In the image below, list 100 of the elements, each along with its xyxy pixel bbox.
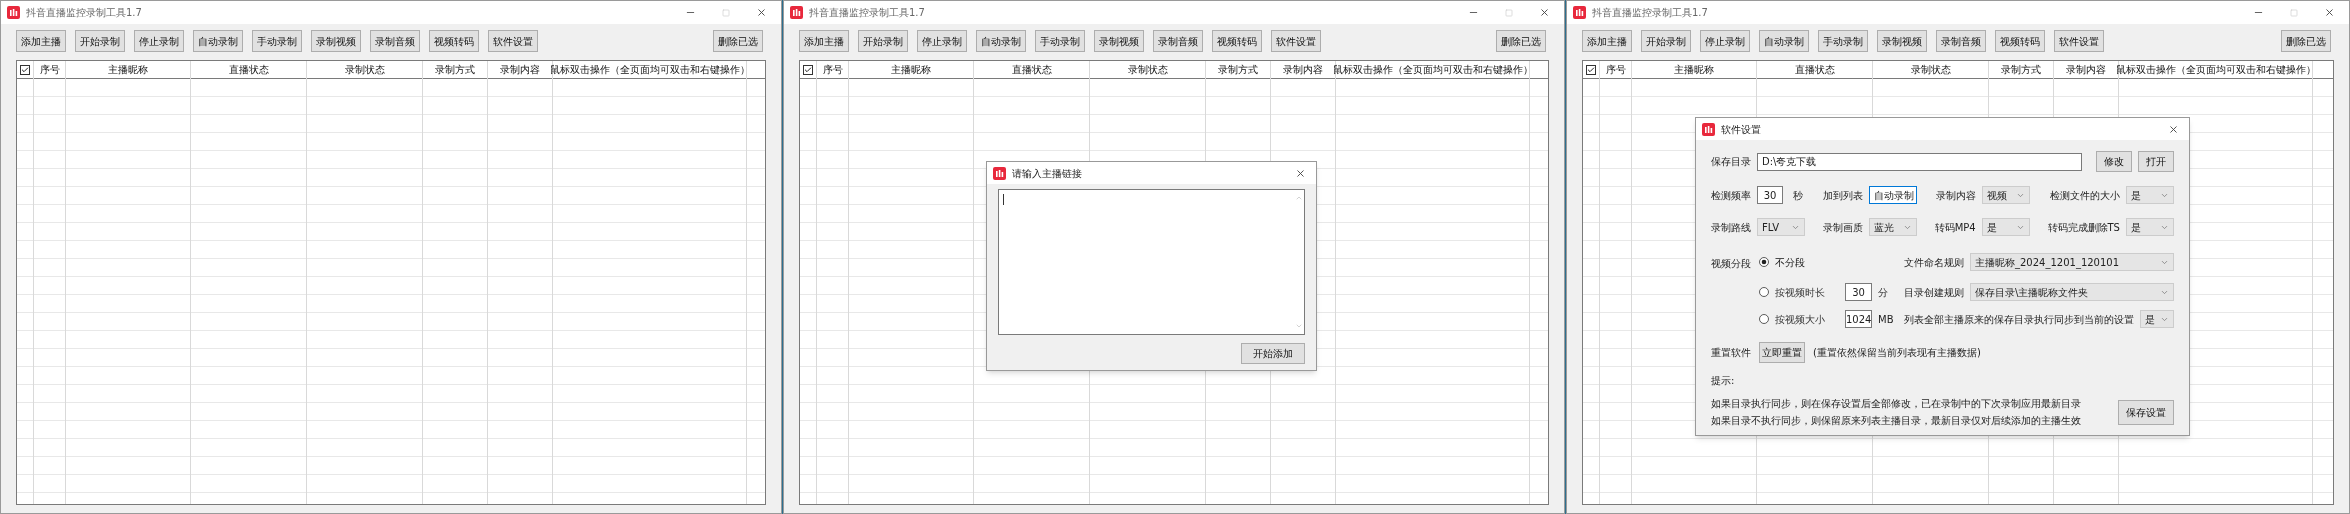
column-header[interactable]: 录制状态 (1127, 62, 1168, 77)
column-header[interactable]: 录制方式 (1218, 62, 1258, 77)
toolbar-button[interactable]: 录制视频 (1094, 30, 1144, 52)
toolbar-button[interactable]: 软件设置 (2054, 30, 2104, 52)
app-icon (790, 6, 803, 19)
toolbar-button[interactable]: 软件设置 (1271, 30, 1321, 52)
close-icon[interactable] (1539, 7, 1550, 18)
toolbar-button[interactable]: 自动录制 (976, 30, 1026, 52)
dropdown[interactable]: 主播昵称_2024_1201_120101 (1970, 253, 2174, 271)
path-action-button[interactable]: 修改 (2096, 151, 2132, 172)
toolbar-button[interactable]: 停止录制 (1700, 30, 1750, 52)
delete-button[interactable]: 删除已选 (1496, 30, 1546, 52)
field-label: 录制内容 (1936, 188, 1977, 203)
column-header[interactable]: 录制内容 (1283, 62, 1323, 77)
column-header[interactable]: 直播状态 (228, 62, 269, 77)
column-header[interactable]: 主播昵称 (108, 62, 148, 77)
toolbar-button[interactable]: 开始录制 (1641, 30, 1691, 52)
dropdown[interactable]: FLV (1757, 218, 1805, 236)
dropdown[interactable]: 视频 (1982, 186, 2031, 204)
toolbar-button[interactable]: 录制音频 (370, 30, 420, 52)
toolbar-button[interactable]: 录制音频 (1153, 30, 1203, 52)
toolbar-button[interactable]: 自动录制 (1759, 30, 1809, 52)
input-field[interactable]: 1024 (1845, 310, 1872, 328)
toolbar-button[interactable]: 录制音频 (1936, 30, 1986, 52)
input-field[interactable]: 30 (1845, 283, 1872, 301)
toolbar-button[interactable]: 手动录制 (1818, 30, 1868, 52)
toolbar-button[interactable]: 录制视频 (311, 30, 361, 52)
toolbar-button[interactable]: 添加主播 (1582, 30, 1632, 52)
dropdown[interactable]: 是 (2126, 218, 2174, 236)
app-icon (7, 6, 20, 19)
radio-label: 按视频大小 (1775, 312, 1825, 327)
path-field[interactable]: D:\夸克下载 (1757, 152, 2082, 171)
unit-label: MB (1878, 312, 1895, 327)
window-title: 抖音直播监控录制工具1.7 (26, 6, 142, 20)
close-icon[interactable] (2324, 7, 2335, 18)
column-header[interactable]: 录制方式 (435, 62, 475, 77)
toolbar-button[interactable]: 视频转码 (429, 30, 479, 52)
radio-button[interactable] (1759, 287, 1769, 297)
column-header[interactable]: 鼠标双击操作（全页面均可双击和右键操作） (2115, 62, 2316, 77)
app-icon (1702, 122, 1715, 136)
dropdown[interactable]: 是 (2125, 186, 2174, 204)
dropdown[interactable]: 保存目录\主播昵称文件夹 (1970, 283, 2174, 301)
close-icon[interactable] (2168, 123, 2179, 135)
header-checkbox[interactable] (803, 64, 813, 75)
column-header[interactable]: 录制状态 (1910, 62, 1951, 77)
toolbar-button[interactable]: 视频转码 (1212, 30, 1262, 52)
radio-button[interactable] (1759, 314, 1769, 324)
column-header[interactable]: 鼠标双击操作（全页面均可双击和右键操作） (1332, 62, 1533, 77)
toolbar-button[interactable]: 开始录制 (75, 30, 125, 52)
toolbar-button[interactable]: 开始录制 (858, 30, 908, 52)
delete-button[interactable]: 删除已选 (713, 30, 763, 52)
window-title: 抖音直播监控录制工具1.7 (809, 6, 925, 20)
toolbar-button[interactable]: 录制视频 (1877, 30, 1927, 52)
column-header[interactable]: 鼠标双击操作（全页面均可双击和右键操作） (549, 62, 750, 77)
radio-button[interactable] (1759, 257, 1769, 267)
header-checkbox[interactable] (1586, 64, 1596, 75)
toolbar-button[interactable]: 软件设置 (488, 30, 538, 52)
toolbar-button[interactable]: 停止录制 (134, 30, 184, 52)
header-checkbox[interactable] (20, 64, 30, 75)
column-header[interactable]: 直播状态 (1011, 62, 1052, 77)
column-header[interactable]: 序号 (1605, 62, 1626, 77)
input-field[interactable]: 30 (1757, 186, 1783, 204)
field-label: 列表全部主播原来的保存目录执行同步到当前的设置 (1904, 312, 2134, 327)
column-header[interactable]: 录制状态 (344, 62, 385, 77)
field-label: 转码完成删除TS (2047, 220, 2120, 235)
tip-label: 提示: (1711, 374, 1736, 388)
column-header[interactable]: 录制内容 (500, 62, 540, 77)
toolbar-button[interactable]: 添加主播 (799, 30, 849, 52)
field-label: 重置软件 (1711, 346, 1751, 360)
save-settings-button[interactable]: 保存设置 (2118, 399, 2174, 425)
add-button[interactable]: 开始添加 (1241, 343, 1305, 364)
toolbar-button[interactable]: 停止录制 (917, 30, 967, 52)
field-label: 转码MP4 (1934, 220, 1976, 235)
column-header[interactable]: 序号 (39, 62, 60, 77)
toolbar-button[interactable]: 视频转码 (1995, 30, 2045, 52)
field-label: 视频分段 (1711, 258, 1751, 269)
toolbar-button[interactable]: 添加主播 (16, 30, 66, 52)
column-header[interactable]: 主播昵称 (1674, 62, 1714, 77)
column-header[interactable]: 主播昵称 (891, 62, 931, 77)
window-title: 抖音直播监控录制工具1.7 (1592, 6, 1708, 20)
dropdown[interactable]: 是 (2140, 310, 2174, 328)
column-header[interactable]: 直播状态 (1794, 62, 1835, 77)
column-header[interactable]: 录制内容 (2066, 62, 2106, 77)
field-label: 加到列表 (1822, 188, 1863, 203)
close-icon[interactable] (756, 7, 767, 18)
dropdown[interactable]: 是 (1981, 218, 2030, 236)
toolbar-button[interactable]: 手动录制 (1035, 30, 1085, 52)
close-icon[interactable] (1295, 167, 1306, 179)
dropdown[interactable]: 自动录制 (1868, 186, 1917, 204)
app-icon (993, 166, 1006, 180)
column-header[interactable]: 序号 (822, 62, 843, 77)
dropdown[interactable]: 蓝光 (1868, 218, 1917, 236)
column-header[interactable]: 录制方式 (2001, 62, 2041, 77)
field-label: 目录创建规则 (1904, 285, 1964, 300)
toolbar-button[interactable]: 自动录制 (193, 30, 243, 52)
field-label: 检测文件的大小 (2049, 188, 2120, 203)
toolbar-button[interactable]: 手动录制 (252, 30, 302, 52)
delete-button[interactable]: 删除已选 (2281, 30, 2331, 52)
path-action-button[interactable]: 打开 (2138, 151, 2174, 172)
reset-button[interactable]: 立即重置 (1759, 342, 1805, 363)
